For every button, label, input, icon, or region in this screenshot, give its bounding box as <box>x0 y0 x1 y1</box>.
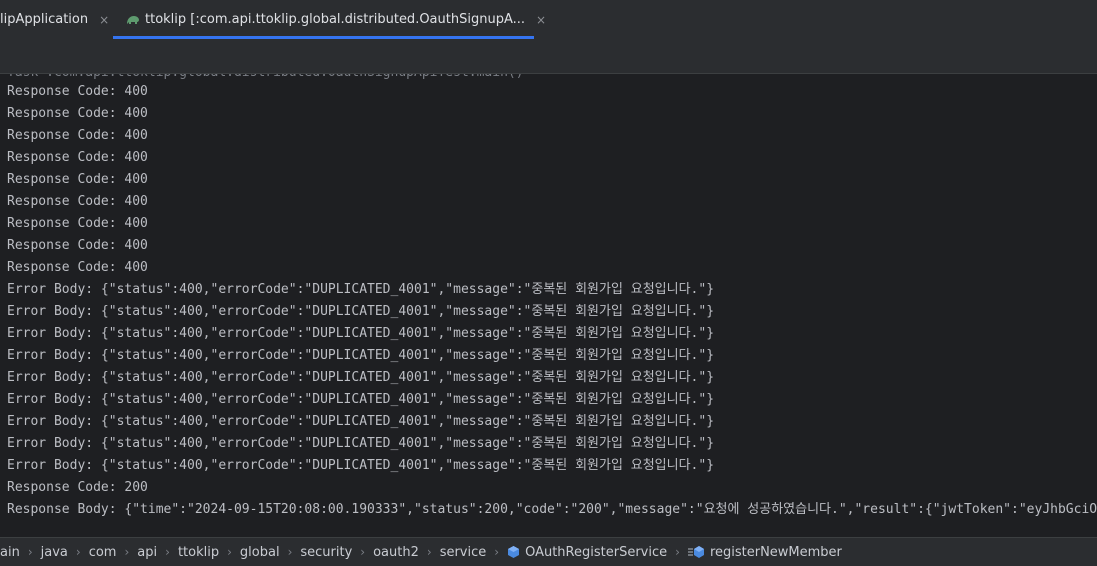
tab-label: lipApplication <box>0 12 89 27</box>
console-line: Error Body: {"status":400,"errorCode":"D… <box>7 348 715 363</box>
breadcrumb-item[interactable]: api <box>137 545 157 560</box>
breadcrumb-separator: › <box>675 545 680 559</box>
editor-tab-bar: lipApplication × ttoklip [:com.api.ttokl… <box>0 0 1097 39</box>
breadcrumb-item[interactable]: service <box>440 545 487 560</box>
console-line: Response Code: 400 <box>7 172 148 187</box>
breadcrumb-class[interactable]: OAuthRegisterService <box>507 545 667 560</box>
breadcrumb-separator: › <box>494 545 500 559</box>
console-line: Response Code: 400 <box>7 216 148 231</box>
breadcrumb-item[interactable]: ain <box>0 545 20 560</box>
console-line: Response Body: {"time":"2024-09-15T20:08… <box>7 502 1097 517</box>
console-line: Error Body: {"status":400,"errorCode":"D… <box>7 392 715 407</box>
breadcrumb-item[interactable]: com <box>89 545 117 560</box>
console-line: Response Code: 400 <box>7 260 148 275</box>
breadcrumb-item[interactable]: global <box>240 545 280 560</box>
console-line: Response Code: 400 <box>7 238 148 253</box>
breadcrumb-item[interactable]: oauth2 <box>373 545 419 560</box>
breadcrumb-separator: › <box>165 545 170 559</box>
tab-run-ttoklip[interactable]: ttoklip [:com.api.ttoklip.global.distrib… <box>112 0 546 39</box>
breadcrumb-separator: › <box>287 545 293 559</box>
breadcrumb-item[interactable]: ttoklip <box>178 545 219 560</box>
console-line: Response Code: 400 <box>7 150 148 165</box>
close-icon[interactable]: × <box>99 13 109 27</box>
gradle-run-icon <box>127 15 139 24</box>
breadcrumb-separator: › <box>227 545 232 559</box>
console-line: Response Code: 400 <box>7 194 148 209</box>
breadcrumb-separator: › <box>426 545 432 559</box>
class-icon <box>508 546 520 558</box>
console-line: Error Body: {"status":400,"errorCode":"D… <box>7 458 715 473</box>
breadcrumb-item[interactable]: java <box>41 545 68 560</box>
breadcrumb-separator: › <box>360 545 366 559</box>
console-line: Error Body: {"status":400,"errorCode":"D… <box>7 282 715 297</box>
navigation-breadcrumb: ain › java › com › api › ttoklip › globa… <box>0 537 1097 566</box>
breadcrumb-method[interactable]: registerNewMember <box>687 544 842 560</box>
tab-application[interactable]: lipApplication × <box>0 0 109 39</box>
console-line: Error Body: {"status":400,"errorCode":"D… <box>7 326 715 341</box>
close-icon[interactable]: × <box>536 13 546 27</box>
tab-label: ttoklip [:com.api.ttoklip.global.distrib… <box>145 12 526 27</box>
console-toolbar <box>0 39 1097 74</box>
console-line: Error Body: {"status":400,"errorCode":"D… <box>7 414 715 429</box>
console-line: Response Code: 400 <box>7 106 148 121</box>
console-line: Error Body: {"status":400,"errorCode":"D… <box>7 370 715 385</box>
breadcrumb-class-label: OAuthRegisterService <box>525 544 668 560</box>
console-line: Error Body: {"status":400,"errorCode":"D… <box>7 304 715 319</box>
breadcrumb-method-label: registerNewMember <box>709 544 842 560</box>
console-line: Error Body: {"status":400,"errorCode":"D… <box>7 436 715 451</box>
console-line: Response Code: 400 <box>7 128 148 143</box>
breadcrumb-separator: › <box>75 545 81 559</box>
breadcrumb-separator: › <box>27 545 33 559</box>
breadcrumb-item[interactable]: security <box>300 545 352 560</box>
console-line: Response Code: 200 <box>7 480 148 495</box>
console-line: Response Code: 400 <box>7 84 148 99</box>
breadcrumb-separator: › <box>124 545 130 559</box>
method-icon <box>687 546 704 558</box>
console-output[interactable]: Task :com.api.ttoklip.global.distributed… <box>0 74 1097 536</box>
